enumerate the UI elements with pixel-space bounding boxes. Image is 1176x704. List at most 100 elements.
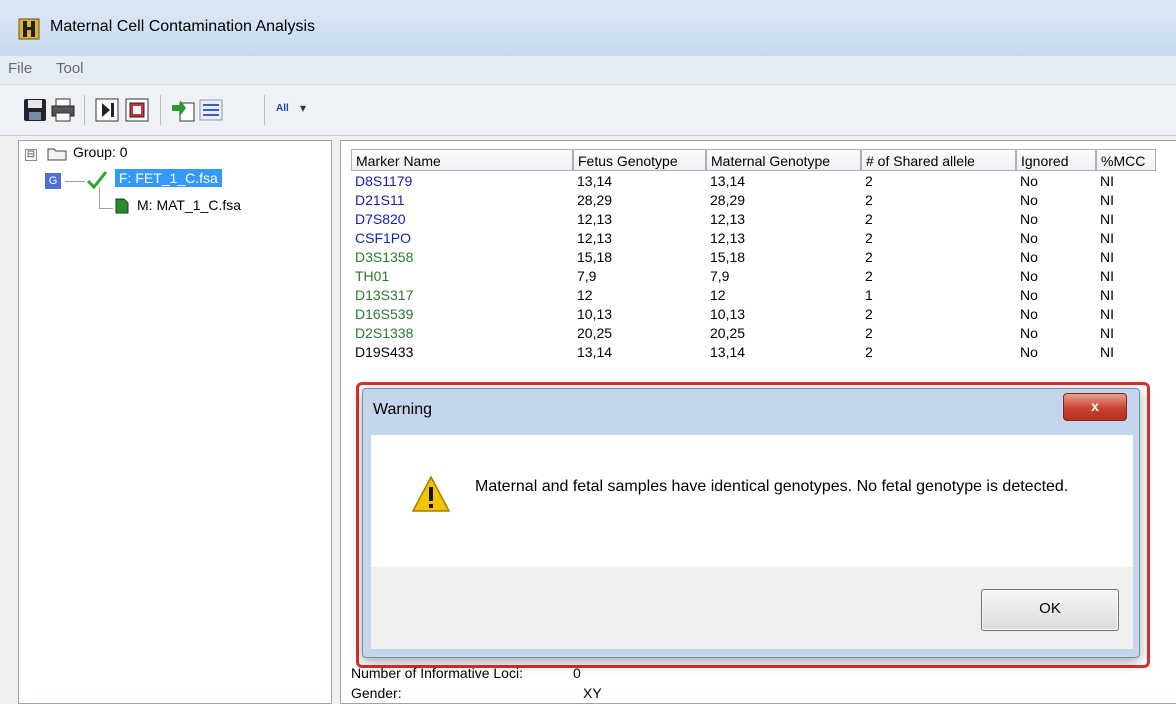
app-window: Maternal Cell Contamination Analysis Fil… [0,0,1176,704]
document-icon [115,198,129,214]
shared-allele-cell: 2 [865,268,873,284]
maternal-genotype-cell: 13,14 [710,344,746,360]
shared-allele-cell: 2 [865,211,873,227]
fetus-genotype-cell: 20,25 [577,325,613,341]
maternal-genotype-cell: 20,25 [710,325,746,341]
maternal-genotype-cell: 28,29 [710,192,746,208]
toolbar: All ▾ [0,85,1176,136]
maternal-genotype-cell: 12,13 [710,211,746,227]
shared-allele-cell: 2 [865,325,873,341]
gender-label: Gender: XY [351,685,602,701]
mcc-cell: NI [1100,173,1114,189]
shared-allele-cell: 2 [865,344,873,360]
col-ignored[interactable]: Ignored [1016,149,1096,171]
ignored-cell: No [1020,306,1038,322]
maternal-genotype-cell: 12,13 [710,230,746,246]
marker-cell: D16S539 [355,306,414,322]
fetus-genotype-cell: 12,13 [577,230,613,246]
app-icon [18,18,40,40]
group-label[interactable]: Group: 0 [73,144,127,160]
fetus-genotype-cell: 15,18 [577,249,613,265]
mother-file-item[interactable]: M: MAT_1_C.fsa [137,197,241,213]
ignored-cell: No [1020,325,1038,341]
col-maternal-genotype[interactable]: Maternal Genotype [706,149,861,171]
mcc-cell: NI [1100,268,1114,284]
sample-tree: ⊟ Group: 0 G F: FET_1_C.fsa M: MAT_1_C.f… [18,140,332,704]
fetus-genotype-cell: 13,14 [577,173,613,189]
col-mcc[interactable]: %MCC [1096,149,1156,171]
shared-allele-cell: 2 [865,173,873,189]
ignored-cell: No [1020,192,1038,208]
fetus-genotype-cell: 12,13 [577,211,613,227]
fetus-genotype-cell: 10,13 [577,306,613,322]
marker-cell: D21S11 [355,192,405,208]
maternal-genotype-cell: 13,14 [710,173,746,189]
warning-dialog: Warning x Maternal and fetal samples hav… [362,388,1140,658]
marker-cell: TH01 [355,268,390,284]
mcc-cell: NI [1100,230,1114,246]
marker-cell: D7S820 [355,211,406,227]
maternal-genotype-cell: 12 [710,287,726,303]
marker-cell: CSF1PO [355,230,412,246]
fetus-genotype-cell: 7,9 [577,268,597,284]
shared-allele-cell: 2 [865,192,873,208]
step-icon[interactable] [94,97,120,123]
marker-cell: D19S433 [355,344,414,360]
maternal-genotype-cell: 15,18 [710,249,746,265]
dialog-message: Maternal and fetal samples have identica… [475,478,1069,495]
col-marker-name[interactable]: Marker Name [351,149,573,171]
add-icon[interactable] [170,97,196,123]
fetus-genotype-cell: 12 [577,287,593,303]
mcc-cell: NI [1100,287,1114,303]
export-icon[interactable] [124,97,150,123]
window-title: Maternal Cell Contamination Analysis [50,18,316,35]
mcc-cell: NI [1100,211,1114,227]
mcc-cell: NI [1100,306,1114,322]
maternal-genotype-cell: 7,9 [710,268,730,284]
group-badge: G [45,173,61,189]
save-icon[interactable] [22,97,48,123]
marker-cell: D3S1358 [355,249,414,265]
list-icon[interactable] [198,97,224,123]
shared-allele-cell: 2 [865,306,873,322]
menu-tool[interactable]: Tool [56,60,84,77]
ignored-cell: No [1020,230,1038,246]
mcc-cell: NI [1100,325,1114,341]
col-fetus-genotype[interactable]: Fetus Genotype [573,149,706,171]
maternal-genotype-cell: 10,13 [710,306,746,322]
dialog-title: Warning [373,401,432,418]
ignored-cell: No [1020,287,1038,303]
ignored-cell: No [1020,268,1038,284]
mcc-cell: NI [1100,249,1114,265]
dialog-close-button[interactable]: x [1063,393,1127,421]
menu-file[interactable]: File [8,60,32,77]
all-markers-icon[interactable]: All [276,103,289,114]
shared-allele-cell: 2 [865,249,873,265]
fetus-genotype-cell: 28,29 [577,192,613,208]
shared-allele-cell: 1 [865,287,873,303]
dialog-footer: OK [371,567,1133,649]
ignored-cell: No [1020,249,1038,265]
mcc-cell: NI [1100,192,1114,208]
warning-icon [411,475,451,512]
ok-button[interactable]: OK [981,589,1119,631]
fetus-genotype-cell: 13,14 [577,344,613,360]
gender-value: XY [583,685,602,701]
dialog-body: Maternal and fetal samples have identica… [371,435,1133,567]
marker-cell: D13S317 [355,287,414,303]
shared-allele-cell: 2 [865,230,873,246]
dropdown-arrow-icon[interactable]: ▾ [300,101,306,115]
menu-bar: File Tool [0,56,1176,85]
ignored-cell: No [1020,173,1038,189]
title-bar: Maternal Cell Contamination Analysis [0,0,1176,56]
mcc-cell: NI [1100,344,1114,360]
fetus-file-item[interactable]: F: FET_1_C.fsa [115,169,222,187]
col-shared-allele[interactable]: # of Shared allele [861,149,1016,171]
print-icon[interactable] [50,97,76,123]
collapse-icon[interactable]: ⊟ [25,149,37,161]
folder-icon [47,148,67,161]
marker-cell: D2S1338 [355,325,414,341]
ignored-cell: No [1020,211,1038,227]
ignored-cell: No [1020,344,1038,360]
checkmark-icon [86,171,108,190]
